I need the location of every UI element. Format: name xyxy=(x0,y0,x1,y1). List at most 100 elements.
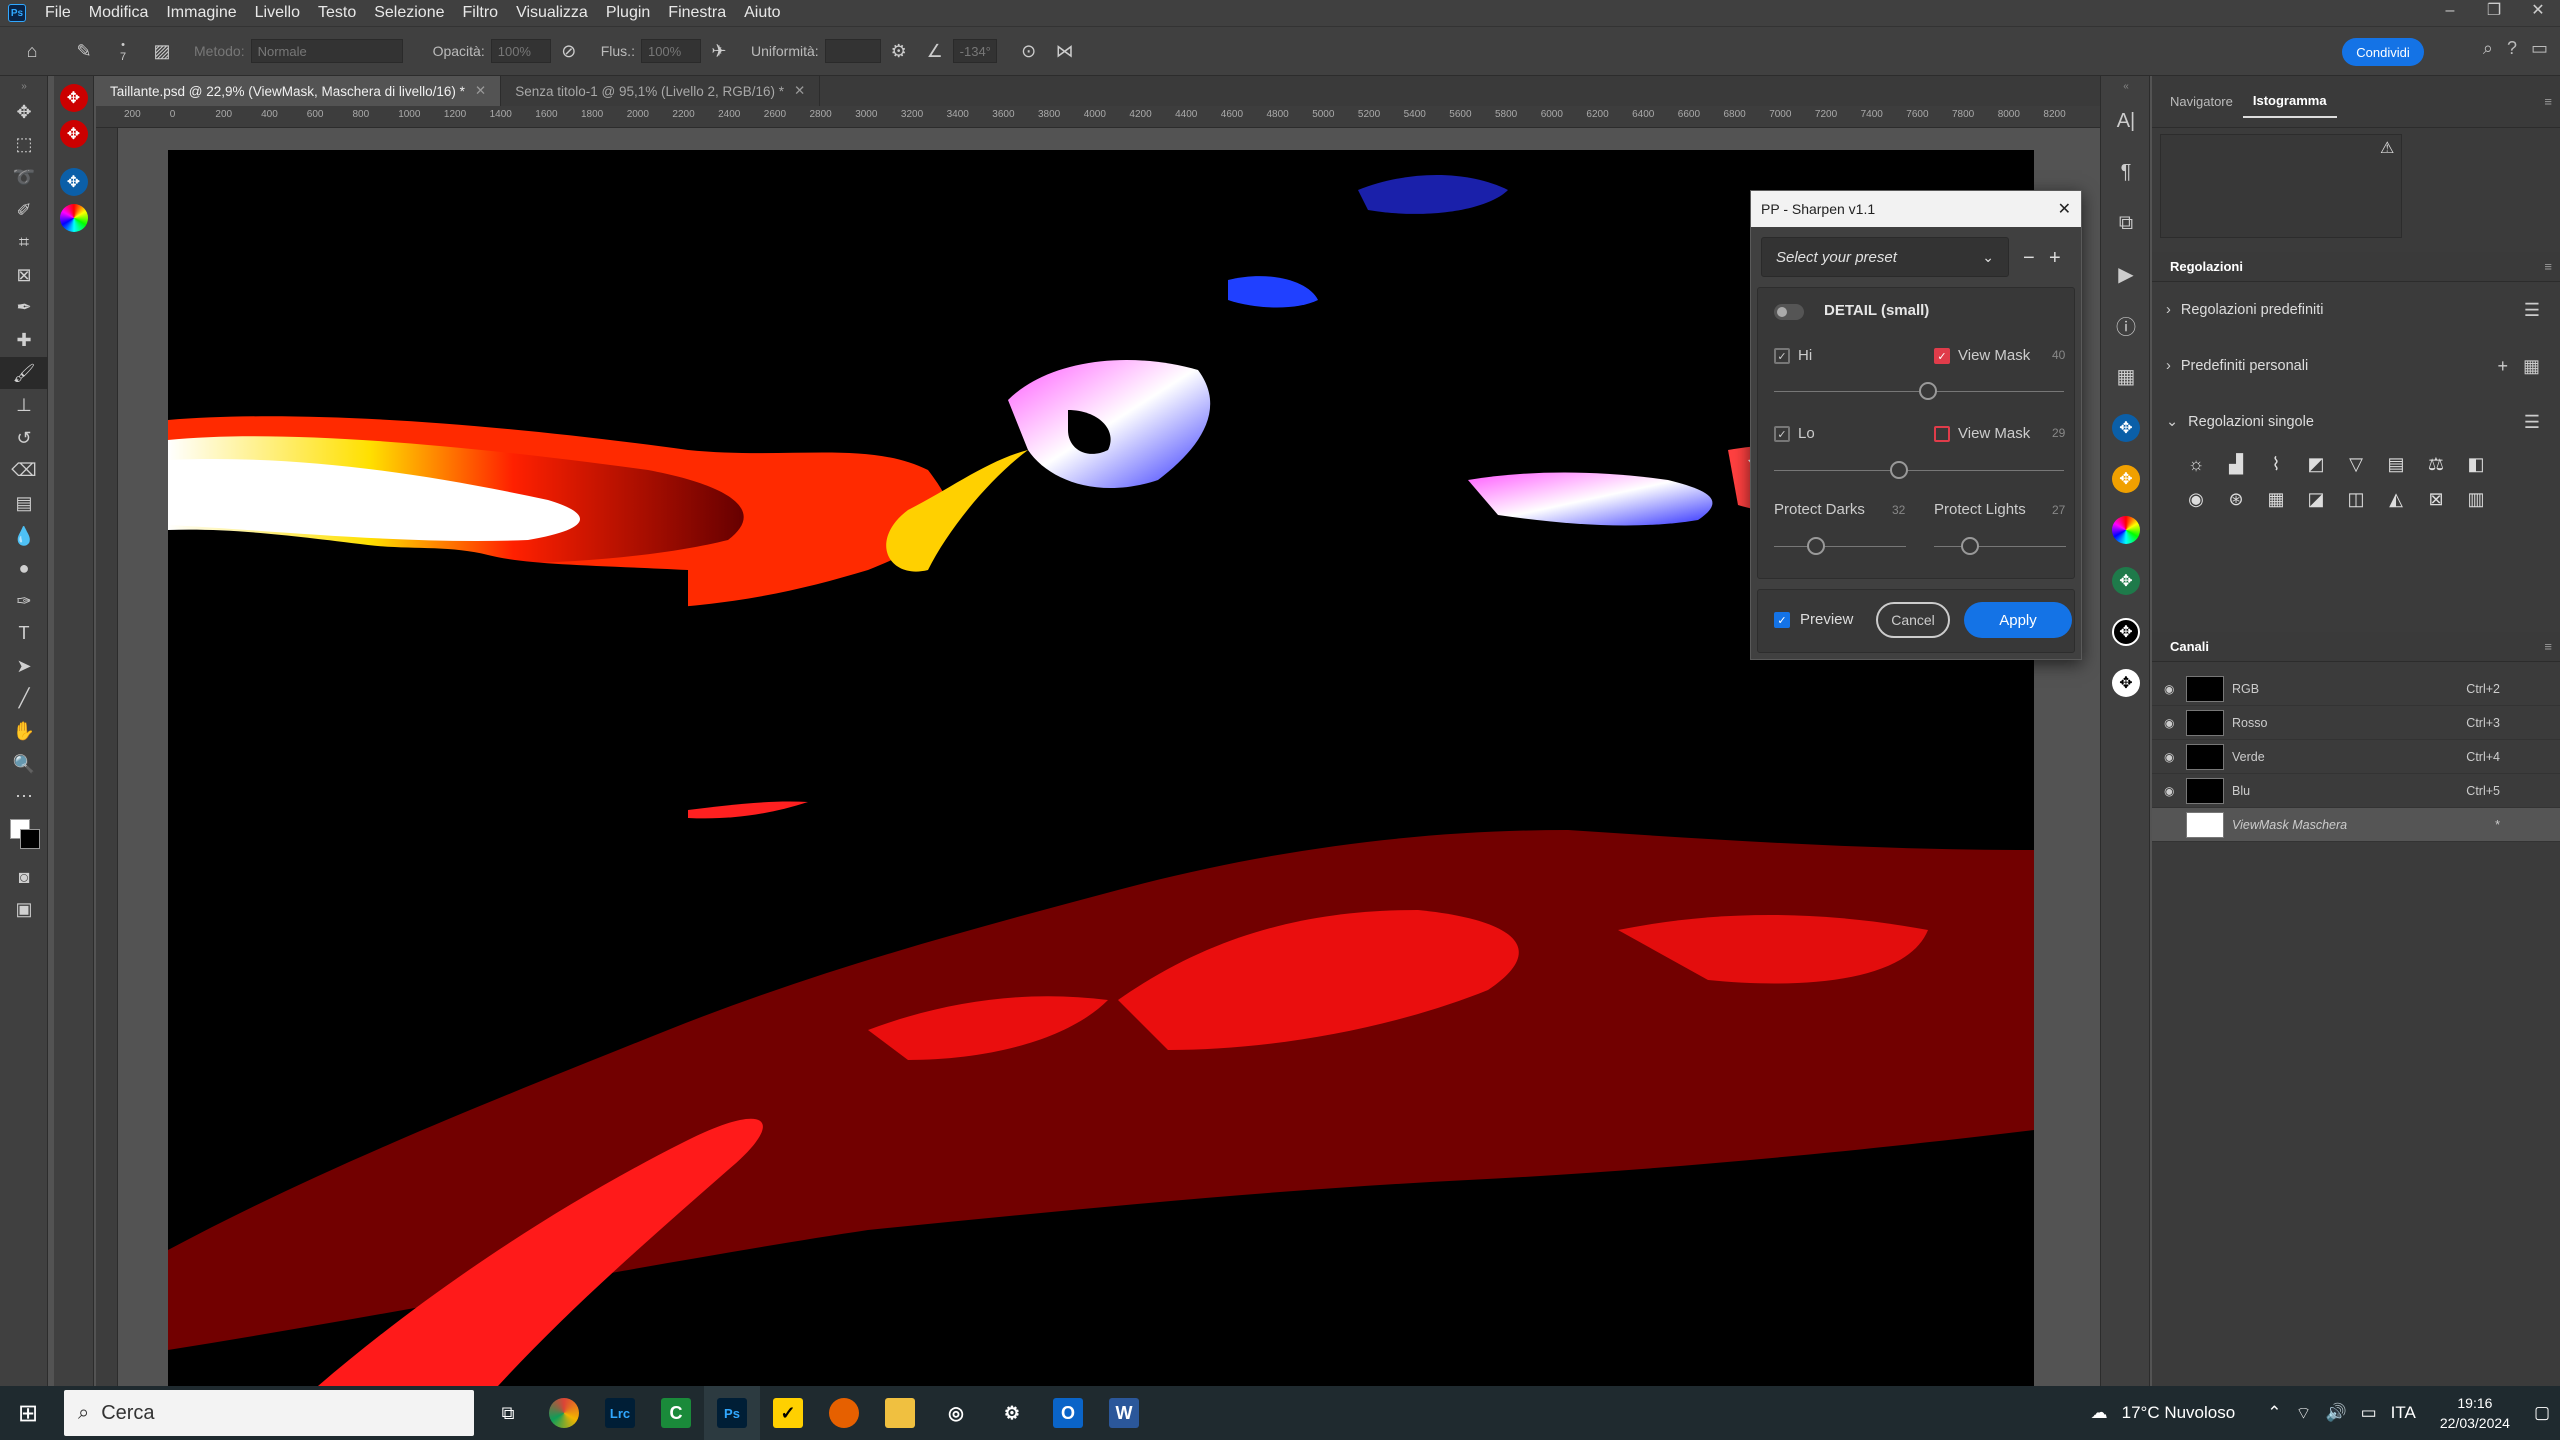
color-balance-icon[interactable]: ⚖ xyxy=(2416,454,2456,475)
tab-senza-titolo[interactable]: Senza titolo-1 @ 95,1% (Livello 2, RGB/1… xyxy=(501,76,821,106)
restore-icon[interactable]: ❐ xyxy=(2472,0,2516,26)
pen-tool-icon[interactable]: ✑ xyxy=(0,585,48,618)
lo-viewmask-checkbox[interactable] xyxy=(1934,426,1950,442)
camtasia-icon[interactable]: C xyxy=(648,1386,704,1440)
info-icon[interactable]: ⓘ xyxy=(2101,300,2151,351)
panel-menu-icon[interactable]: ≡ xyxy=(2544,94,2552,109)
menu-aiuto[interactable]: Aiuto xyxy=(735,0,789,26)
remove-preset-button[interactable]: − xyxy=(2023,247,2035,270)
weather-icon[interactable]: ☁ xyxy=(2091,1403,2108,1423)
hue-saturation-icon[interactable]: ▤ xyxy=(2376,454,2416,475)
path-selection-tool-icon[interactable]: ➤ xyxy=(0,650,48,683)
smoothing-field[interactable] xyxy=(824,39,881,63)
brightness-icon[interactable]: ☼ xyxy=(2176,454,2216,475)
close-icon[interactable]: ✕ xyxy=(2516,0,2560,26)
background-color-swatch[interactable] xyxy=(20,829,40,850)
home-icon[interactable]: ⌂ xyxy=(18,37,46,65)
menu-selezione[interactable]: Selezione xyxy=(365,0,453,26)
notifications-icon[interactable]: ▢ xyxy=(2534,1403,2550,1423)
chrome-icon[interactable] xyxy=(536,1386,592,1440)
tray-chevron-icon[interactable]: ⌃ xyxy=(2267,1403,2281,1423)
color-wheel-icon[interactable] xyxy=(2101,504,2151,555)
menu-finestra[interactable]: Finestra xyxy=(659,0,735,26)
history-brush-tool-icon[interactable]: ↺ xyxy=(0,422,48,455)
settings-gear-icon[interactable]: ⚙ xyxy=(984,1386,1040,1440)
frame-tool-icon[interactable]: ⊠ xyxy=(0,259,48,292)
collapse-icon[interactable]: « xyxy=(2101,76,2151,96)
plugin-red-2-icon[interactable]: ✥ xyxy=(59,120,88,148)
gradient-tool-icon[interactable]: ▤ xyxy=(0,487,48,520)
screen-mode-icon[interactable]: ▣ xyxy=(0,894,48,927)
actions-icon[interactable]: ▶ xyxy=(2101,249,2151,300)
channel-row[interactable]: ◉ Verde Ctrl+4 xyxy=(2152,740,2560,774)
protect-lights-knob[interactable] xyxy=(1960,537,1979,555)
taskbar-search[interactable]: ⌕ Cerca xyxy=(64,1390,474,1436)
lo-checkbox[interactable]: ✓ xyxy=(1774,426,1790,442)
posterize-icon[interactable]: ◫ xyxy=(2336,489,2376,510)
history-icon[interactable]: ⧉ xyxy=(2101,198,2151,249)
color-lookup-icon[interactable]: ▦ xyxy=(2256,489,2296,510)
eyedropper-tool-icon[interactable]: ✒ xyxy=(0,292,48,325)
protect-darks-knob[interactable] xyxy=(1807,537,1826,555)
preview-checkbox[interactable]: ✓ xyxy=(1774,612,1790,628)
plugin-red-1-icon[interactable]: ✥ xyxy=(59,84,88,112)
gear-icon[interactable]: ⚙ xyxy=(885,37,913,65)
plugin-green-icon[interactable]: ✥ xyxy=(2101,555,2151,606)
lo-slider-knob[interactable] xyxy=(1889,461,1908,479)
crop-tool-icon[interactable]: ⌗ xyxy=(0,226,48,259)
outlook-icon[interactable]: O xyxy=(1040,1386,1096,1440)
plugin-blue-icon[interactable]: ✥ xyxy=(2101,402,2151,453)
lang-indicator[interactable]: ITA xyxy=(2391,1403,2416,1423)
hi-viewmask-checkbox[interactable]: ✓ xyxy=(1934,348,1950,364)
more-tools-icon[interactable]: ⋯ xyxy=(0,780,48,813)
quick-selection-tool-icon[interactable]: ✐ xyxy=(0,194,48,227)
tab-histogram[interactable]: Istogramma xyxy=(2242,86,2337,118)
character-icon[interactable]: A| xyxy=(2101,96,2151,147)
file-explorer-icon[interactable] xyxy=(872,1386,928,1440)
channel-row[interactable]: ◉ Rosso Ctrl+3 xyxy=(2152,706,2560,740)
color-wheel-icon[interactable] xyxy=(59,204,88,232)
eraser-tool-icon[interactable]: ⌫ xyxy=(0,455,48,488)
firefox-icon[interactable] xyxy=(816,1386,872,1440)
close-icon[interactable]: ✕ xyxy=(2058,199,2071,219)
battery-icon[interactable]: ▭ xyxy=(2361,1403,2377,1423)
threshold-icon[interactable]: ◭ xyxy=(2376,489,2416,510)
quick-mask-icon[interactable]: ◙ xyxy=(0,861,48,894)
healing-tool-icon[interactable]: ✚ xyxy=(0,324,48,357)
windows-start-icon[interactable]: ⊞ xyxy=(0,1386,56,1440)
brush-tool-icon[interactable]: 🖌 xyxy=(0,356,48,390)
paragraph-icon[interactable]: ¶ xyxy=(2101,147,2151,198)
opacity-field[interactable]: 100% xyxy=(490,39,551,63)
angle-field[interactable]: -134° xyxy=(952,39,997,63)
add-preset-button[interactable]: + xyxy=(2049,247,2061,270)
menu-immagine[interactable]: Immagine xyxy=(157,0,245,26)
vibrance-icon[interactable]: ▽ xyxy=(2336,454,2376,475)
channel-mixer-icon[interactable]: ⊛ xyxy=(2216,489,2256,510)
network-icon[interactable]: ⌔ xyxy=(2295,1403,2311,1424)
share-button[interactable]: Condividi xyxy=(2342,38,2424,66)
angle-icon[interactable]: ∠ xyxy=(921,37,949,65)
grid-icon[interactable]: ▦ xyxy=(2523,356,2540,377)
panel-menu-icon[interactable]: ≡ xyxy=(2544,259,2552,274)
menu-modifica[interactable]: Modifica xyxy=(80,0,158,26)
airbrush-icon[interactable]: ✈ xyxy=(705,37,733,65)
add-icon[interactable]: + xyxy=(2497,356,2508,377)
workspace-icon[interactable]: ▭ xyxy=(2531,38,2548,59)
panel-menu-icon[interactable]: ≡ xyxy=(2544,639,2552,654)
cancel-button[interactable]: Cancel xyxy=(1876,602,1950,638)
pressure-opacity-icon[interactable]: ⊘ xyxy=(555,37,583,65)
menu-file[interactable]: File xyxy=(36,0,80,26)
eye-icon[interactable]: ◉ xyxy=(2164,750,2182,764)
eye-icon[interactable]: ◉ xyxy=(2164,784,2182,798)
symmetry-icon[interactable]: ⋈ xyxy=(1051,37,1079,65)
protect-darks-track[interactable] xyxy=(1774,546,1906,547)
search-icon[interactable]: ⌕ xyxy=(2483,38,2493,59)
mode-select[interactable]: Normale xyxy=(250,39,403,63)
apply-button[interactable]: Apply xyxy=(1964,602,2072,638)
word-icon[interactable]: W xyxy=(1096,1386,1152,1440)
lightroom-icon[interactable]: Lrc xyxy=(592,1386,648,1440)
menu-visualizza[interactable]: Visualizza xyxy=(507,0,597,26)
detail-toggle[interactable] xyxy=(1774,304,1804,320)
black-white-icon[interactable]: ◧ xyxy=(2456,454,2496,475)
line-tool-icon[interactable]: ╱ xyxy=(0,683,48,716)
